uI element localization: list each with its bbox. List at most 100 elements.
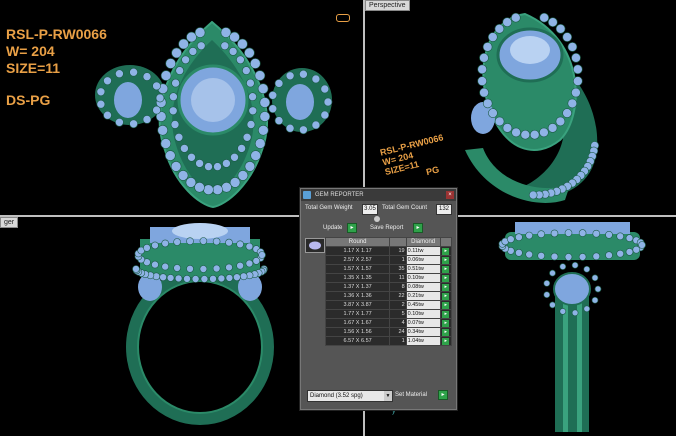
update-button-label[interactable]: Update bbox=[323, 223, 342, 233]
gem-row-action-cell: ▸ bbox=[439, 309, 453, 319]
halo-stone bbox=[185, 177, 197, 188]
table-row[interactable]: 3.87 X 3.87 2 0.45tw ▸ bbox=[324, 300, 453, 310]
set-material-label[interactable]: Set Material bbox=[395, 390, 427, 400]
halo-stone bbox=[237, 144, 246, 153]
halo-stone bbox=[228, 47, 238, 56]
green-arrow-icon[interactable]: ▸ bbox=[442, 319, 450, 327]
viewport-perspective[interactable]: Perspective RSL-P-RW0066 W= 204 SIZE=11 … bbox=[365, 0, 676, 215]
gem-weight-cell: 0.06tw bbox=[405, 255, 441, 265]
halo-stone bbox=[175, 66, 184, 75]
halo-stone bbox=[274, 116, 284, 125]
table-row[interactable]: 1.17 X 1.17 19 0.11tw ▸ bbox=[324, 246, 453, 256]
halo-stone bbox=[511, 127, 521, 138]
save-report-button-label[interactable]: Save Report bbox=[370, 223, 403, 233]
halo-stone bbox=[169, 92, 178, 101]
green-arrow-icon[interactable]: ▸ bbox=[442, 265, 450, 273]
halo-stone bbox=[311, 120, 321, 130]
gem-reporter-logo-icon bbox=[303, 191, 311, 199]
green-arrow-icon[interactable]: ▸ bbox=[442, 292, 450, 300]
halo-stone bbox=[248, 106, 258, 116]
halo-stone bbox=[213, 162, 222, 171]
material-select[interactable]: Diamond (3.52 spg) ▼ bbox=[307, 390, 393, 402]
gem-count-cell: 11 bbox=[389, 273, 407, 283]
viewport-top[interactable]: RSL-P-RW0066 W= 204 SIZE=11 DS-PG bbox=[0, 0, 363, 215]
save-report-button[interactable]: ▸ bbox=[413, 223, 423, 233]
halo-stone bbox=[555, 116, 566, 127]
column-header-action bbox=[439, 237, 453, 247]
halo-stone bbox=[157, 125, 168, 136]
halo-stone bbox=[170, 120, 180, 129]
halo-stone bbox=[537, 251, 545, 260]
halo-stone bbox=[528, 190, 538, 200]
halo-stone bbox=[242, 66, 251, 75]
green-arrow-icon[interactable]: ▸ bbox=[442, 310, 450, 318]
table-row[interactable]: 1.57 X 1.57 35 0.51tw ▸ bbox=[324, 264, 453, 274]
table-row[interactable]: 1.56 X 1.56 24 0.34tw ▸ bbox=[324, 327, 453, 337]
halo-stone bbox=[180, 144, 189, 153]
halo-stone bbox=[225, 238, 233, 247]
green-arrow-icon[interactable]: ▸ bbox=[442, 256, 450, 264]
halo-stone bbox=[488, 32, 498, 42]
collapse-toggle-icon[interactable] bbox=[374, 216, 380, 222]
halo-stone bbox=[571, 261, 579, 269]
green-arrow-icon[interactable]: ▸ bbox=[442, 247, 450, 255]
halo-stone bbox=[212, 237, 221, 246]
halo-stone bbox=[520, 129, 531, 140]
halo-stone bbox=[177, 170, 189, 181]
halo-stone bbox=[165, 150, 176, 161]
green-arrow-icon[interactable]: ▸ bbox=[442, 301, 450, 309]
gem-weight-cell: 0.10tw bbox=[405, 273, 441, 283]
close-icon[interactable]: × bbox=[446, 191, 454, 199]
table-row[interactable]: 1.67 X 1.67 4 0.07tw ▸ bbox=[324, 318, 453, 328]
halo-stone bbox=[239, 272, 248, 281]
weight-label: W= 204 bbox=[6, 43, 55, 59]
halo-stone bbox=[236, 55, 245, 65]
gem-weight-cell: 0.11tw bbox=[405, 246, 441, 256]
table-row[interactable]: 1.77 X 1.77 5 0.10tw ▸ bbox=[324, 309, 453, 319]
total-weight-label: Total Gem Weight bbox=[305, 205, 353, 211]
halo-stone bbox=[225, 274, 234, 282]
gem-size-cell: 1.56 X 1.56 bbox=[324, 327, 391, 337]
halo-stone bbox=[299, 125, 308, 135]
halo-stone bbox=[245, 242, 254, 251]
table-row[interactable]: 1.37 X 1.37 8 0.08tw ▸ bbox=[324, 282, 453, 292]
halo-stone bbox=[96, 87, 106, 97]
halo-stone bbox=[268, 91, 278, 100]
gem-size-cell: 1.17 X 1.17 bbox=[324, 246, 391, 256]
gem-size-cell: 1.77 X 1.77 bbox=[324, 309, 391, 319]
table-row[interactable]: 2.57 X 2.57 1 0.06tw ▸ bbox=[324, 255, 453, 265]
halo-stone bbox=[236, 240, 244, 249]
chevron-down-icon[interactable]: ▼ bbox=[384, 391, 392, 401]
halo-stone bbox=[559, 308, 567, 315]
green-arrow-icon[interactable]: ▸ bbox=[442, 274, 450, 282]
green-arrow-icon[interactable]: ▸ bbox=[442, 337, 450, 345]
table-row[interactable]: 1.36 X 1.36 22 0.21tw ▸ bbox=[324, 291, 453, 301]
update-button[interactable]: ▸ bbox=[347, 223, 357, 233]
table-row[interactable]: 6.57 X 6.57 1 1.04tw ▸ bbox=[324, 336, 453, 346]
halo-stone bbox=[244, 161, 256, 172]
ring-marker-icon bbox=[336, 14, 350, 22]
green-arrow-icon[interactable]: ▸ bbox=[442, 328, 450, 336]
set-material-button[interactable]: ▸ bbox=[438, 390, 448, 400]
gem-count-cell: 1 bbox=[389, 255, 407, 265]
gem-row-action-cell: ▸ bbox=[439, 318, 453, 328]
halo-stone bbox=[494, 116, 505, 127]
green-arrow-icon[interactable]: ▸ bbox=[442, 283, 450, 291]
halo-stone bbox=[320, 110, 330, 120]
halo-stone bbox=[479, 52, 489, 63]
gem-count-cell: 5 bbox=[389, 309, 407, 319]
halo-stone bbox=[254, 138, 266, 149]
halo-stone bbox=[571, 309, 579, 317]
halo-stone bbox=[583, 305, 591, 313]
halo-stone bbox=[537, 230, 545, 239]
gem-reporter-titlebar[interactable]: GEM REPORTER × bbox=[301, 189, 456, 201]
gem-weight-cell: 0.45tw bbox=[405, 300, 441, 310]
table-row[interactable]: 1.35 X 1.35 11 0.10tw ▸ bbox=[324, 273, 453, 283]
gem-reporter-panel[interactable]: GEM REPORTER × Total Gem Weight 3.05 Tot… bbox=[300, 188, 457, 410]
halo-stone bbox=[250, 58, 261, 69]
halo-stone bbox=[233, 273, 241, 282]
halo-stone bbox=[564, 253, 573, 261]
halo-stone bbox=[567, 98, 578, 109]
halo-stone bbox=[181, 55, 190, 65]
material-select-value: Diamond (3.52 spg) bbox=[310, 393, 363, 399]
